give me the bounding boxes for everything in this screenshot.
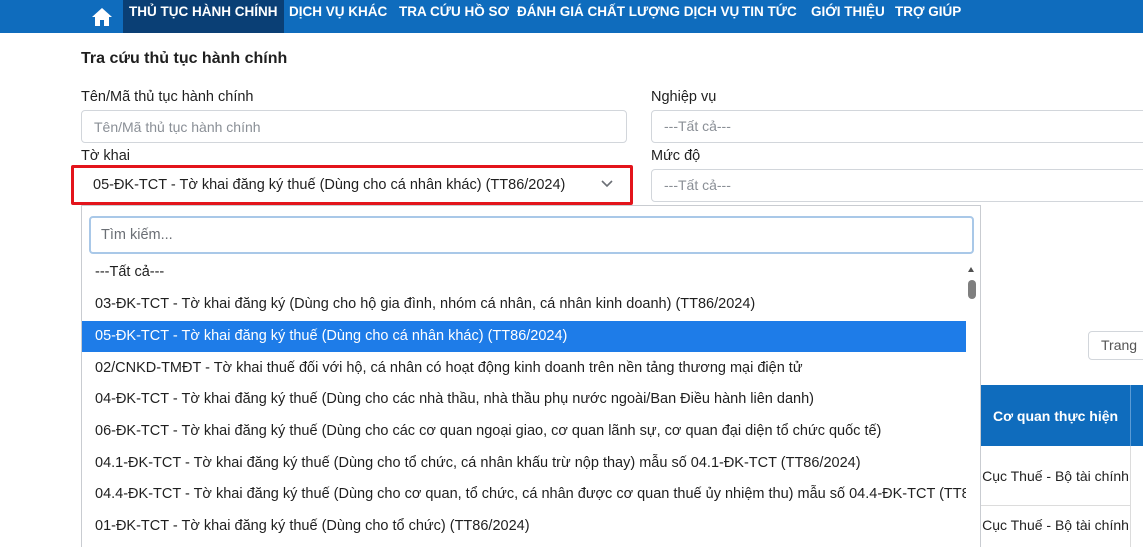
nav-item-dich-vu-khac[interactable]: DỊCH VỤ KHÁC [283, 0, 393, 33]
nav-item-tro-giup[interactable]: TRỢ GIÚP [889, 0, 967, 33]
table-cell-next-column [1130, 506, 1143, 547]
dropdown-option[interactable]: 06-ĐK-TCT - Tờ khai đăng ký thuế (Dùng c… [82, 416, 966, 447]
nav-item-tin-tuc[interactable]: TIN TỨC [736, 0, 803, 33]
operation-label: Nghiệp vụ [651, 89, 717, 105]
chevron-down-icon [601, 180, 613, 188]
dropdown-option[interactable]: 04.4-ĐK-TCT - Tờ khai đăng ký thuế (Dùng… [82, 479, 966, 510]
nav-item-danh-gia-chat-luong[interactable]: ĐÁNH GIÁ CHẤT LƯỢNG DỊCH VỤ [511, 0, 745, 33]
page-size-button[interactable]: Trang [1088, 331, 1143, 360]
nav-item-tra-cuu-ho-so[interactable]: TRA CỨU HỒ SƠ [393, 0, 515, 33]
top-navigation: THỦ TỤC HÀNH CHÍNH DỊCH VỤ KHÁC TRA CỨU … [0, 0, 1143, 33]
nav-item-thu-tuc-hanh-chinh[interactable]: THỦ TỤC HÀNH CHÍNH [123, 0, 284, 33]
nav-item-gioi-thieu[interactable]: GIỚI THIỆU [805, 0, 891, 33]
home-icon [92, 7, 112, 26]
table-cell-agency: Cục Thuế - Bộ tài chính [981, 506, 1130, 547]
operation-select[interactable]: ---Tất cả--- [651, 110, 1143, 143]
dropdown-option[interactable]: 01-ĐK-TCT - Tờ khai đăng ký thuế (Dùng c… [82, 511, 966, 542]
table-header-agency: Cơ quan thực hiện [981, 385, 1130, 446]
declaration-label: Tờ khai [81, 148, 130, 164]
dropdown-option[interactable]: 03-ĐK-TCT - Tờ khai đăng ký (Dùng cho hộ… [82, 289, 966, 320]
dropdown-option-selected[interactable]: 05-ĐK-TCT - Tờ khai đăng ký thuế (Dùng c… [82, 321, 966, 352]
declaration-select[interactable]: 05-ĐK-TCT - Tờ khai đăng ký thuế (Dùng c… [81, 169, 628, 202]
procedure-label: Tên/Mã thủ tục hành chính [81, 89, 254, 105]
home-button[interactable] [86, 0, 118, 33]
level-select[interactable]: ---Tất cả--- [651, 169, 1143, 202]
table-header-next-column [1130, 385, 1143, 446]
procedure-search-input[interactable] [81, 110, 627, 143]
table-cell-agency: Cục Thuế - Bộ tài chính [981, 446, 1130, 506]
page-title: Tra cứu thủ tục hành chính [81, 50, 288, 67]
dropdown-option[interactable]: 02/CNKD-TMĐT - Tờ khai thuế đối với hộ, … [82, 353, 966, 384]
dropdown-option[interactable]: ---Tất cả--- [82, 257, 966, 288]
dropdown-option[interactable]: 04.1-ĐK-TCT - Tờ khai đăng ký thuế (Dùng… [82, 448, 966, 479]
declaration-dropdown: ---Tất cả--- 03-ĐK-TCT - Tờ khai đăng ký… [81, 205, 981, 547]
table-cell-next-column [1130, 446, 1143, 506]
dropdown-scrollbar[interactable] [968, 280, 976, 299]
level-label: Mức độ [651, 148, 701, 164]
scroll-up-arrow-icon[interactable] [968, 267, 974, 272]
dropdown-option[interactable]: 04-ĐK-TCT - Tờ khai đăng ký thuế (Dùng c… [82, 384, 966, 415]
dropdown-search-input[interactable] [89, 216, 974, 254]
